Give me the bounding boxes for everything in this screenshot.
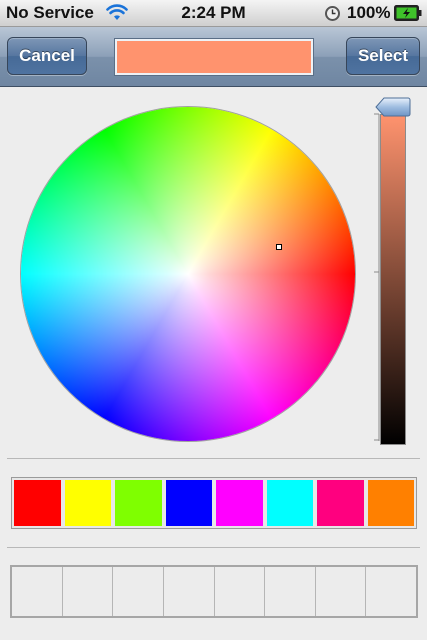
- custom-color-slot[interactable]: [316, 567, 367, 616]
- preset-palette: [11, 477, 417, 529]
- brightness-slider-ticks: [374, 113, 380, 441]
- custom-color-slot[interactable]: [164, 567, 215, 616]
- custom-color-slot[interactable]: [215, 567, 266, 616]
- select-button[interactable]: Select: [346, 37, 420, 75]
- preset-swatch[interactable]: [365, 478, 416, 528]
- color-wheel-marker[interactable]: [276, 244, 282, 250]
- color-wheel[interactable]: [21, 107, 355, 441]
- preset-swatch[interactable]: [315, 478, 366, 528]
- status-bar: No Service 2:24 PM 100%: [0, 0, 427, 27]
- brightness-slider-knob[interactable]: [375, 96, 411, 118]
- custom-color-slot[interactable]: [265, 567, 316, 616]
- alarm-icon: [324, 5, 341, 22]
- custom-color-slot[interactable]: [63, 567, 114, 616]
- preset-swatch[interactable]: [214, 478, 265, 528]
- brightness-slider-track[interactable]: [380, 114, 406, 445]
- preset-swatch[interactable]: [12, 478, 63, 528]
- preset-swatch[interactable]: [113, 478, 164, 528]
- battery-charging-icon: [394, 5, 422, 21]
- separator-bottom: [7, 547, 420, 548]
- selected-color-preview: [115, 39, 313, 75]
- custom-color-slots: [10, 565, 418, 618]
- custom-color-slot[interactable]: [366, 567, 416, 616]
- separator-top: [7, 458, 420, 459]
- nav-bar: Cancel Select: [0, 27, 427, 87]
- cancel-button[interactable]: Cancel: [7, 37, 87, 75]
- custom-color-slot[interactable]: [113, 567, 164, 616]
- preset-swatch[interactable]: [62, 478, 113, 528]
- battery-percent: 100%: [347, 3, 391, 22]
- custom-color-slot[interactable]: [12, 567, 63, 616]
- preset-swatch[interactable]: [163, 478, 214, 528]
- preset-swatch[interactable]: [264, 478, 315, 528]
